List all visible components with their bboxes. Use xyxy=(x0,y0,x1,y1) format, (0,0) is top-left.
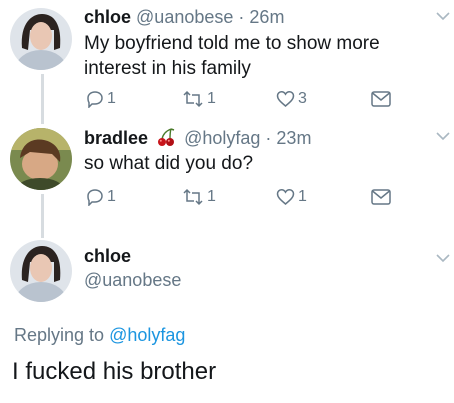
tweet-text: My boyfriend told me to show more intere… xyxy=(84,31,380,81)
separator: · xyxy=(238,7,245,27)
main-tweet-text: I fucked his brother xyxy=(12,358,217,385)
reply-icon xyxy=(87,189,103,206)
timestamp[interactable]: 23m xyxy=(276,128,311,148)
retweet-count: 1 xyxy=(207,188,216,205)
replying-to-handle[interactable]: @holyfag xyxy=(109,325,185,345)
timestamp[interactable]: 26m xyxy=(249,7,284,27)
replying-to: Replying to @holyfag xyxy=(14,325,185,346)
reply-button[interactable]: 1 xyxy=(86,188,116,206)
like-count: 1 xyxy=(298,188,307,205)
replying-to-label: Replying to xyxy=(14,325,105,345)
display-name[interactable]: chloe xyxy=(84,246,131,267)
reply-count: 1 xyxy=(107,90,116,107)
chevron-down-icon[interactable] xyxy=(436,253,450,263)
tweet-text: so what did you do? xyxy=(84,151,253,176)
reply-count: 1 xyxy=(107,188,116,205)
message-icon[interactable] xyxy=(371,189,391,205)
retweet-button[interactable]: 1 xyxy=(182,188,216,206)
tweet-header: bradlee @holyfag · 23m xyxy=(84,127,311,149)
like-count: 3 xyxy=(298,90,307,107)
user-handle[interactable]: @uanobese xyxy=(136,7,233,27)
chevron-down-icon[interactable] xyxy=(436,131,450,141)
tweet-text-line: so what did you do? xyxy=(84,153,254,174)
display-name[interactable]: bradlee xyxy=(84,128,148,148)
message-icon[interactable] xyxy=(371,91,391,107)
retweet-count: 1 xyxy=(207,90,216,107)
like-button[interactable]: 3 xyxy=(276,90,307,108)
chevron-down-icon[interactable] xyxy=(436,11,450,21)
tweet-text-line: interest in his family xyxy=(84,58,251,79)
avatar[interactable] xyxy=(10,240,72,302)
tweet-header: chloe @uanobese · 26m xyxy=(84,7,284,28)
like-button[interactable]: 1 xyxy=(276,188,307,206)
display-name[interactable]: chloe xyxy=(84,7,131,27)
reply-icon xyxy=(87,91,103,108)
separator: · xyxy=(265,128,272,148)
retweet-icon xyxy=(183,90,203,108)
reply-button[interactable]: 1 xyxy=(86,90,116,108)
avatar[interactable] xyxy=(10,8,72,70)
retweet-icon xyxy=(183,188,203,206)
cherries-icon xyxy=(158,128,175,146)
user-handle[interactable]: @holyfag xyxy=(184,128,260,148)
tweet-text-line: My boyfriend told me to show more xyxy=(84,33,380,54)
thread-line xyxy=(41,74,44,124)
user-handle[interactable]: @uanobese xyxy=(84,270,181,291)
thread-line xyxy=(41,194,44,238)
heart-icon xyxy=(276,91,295,107)
heart-icon xyxy=(276,189,295,205)
avatar[interactable] xyxy=(10,128,72,190)
retweet-button[interactable]: 1 xyxy=(182,90,216,108)
